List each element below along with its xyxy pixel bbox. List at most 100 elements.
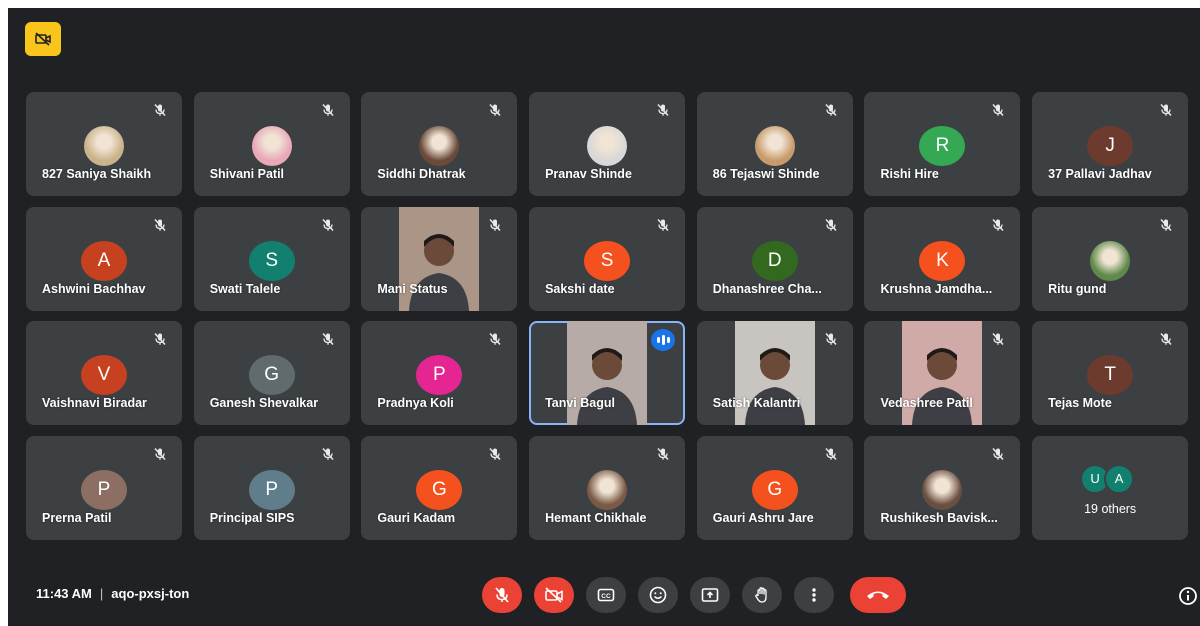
present-button[interactable]	[690, 577, 730, 613]
mic-off-icon	[823, 102, 839, 118]
mic-off-icon	[320, 102, 336, 118]
participant-name: 86 Tejaswi Shinde	[712, 167, 820, 181]
participant-name: Pradnya Koli	[377, 396, 454, 410]
emoji-icon	[649, 586, 667, 604]
participant-tile[interactable]: A Ashwini Bachhav	[26, 206, 182, 311]
participant-tile[interactable]: V Vaishnavi Biradar	[26, 321, 182, 425]
mic-off-icon	[823, 446, 839, 462]
raise-hand-button[interactable]	[742, 577, 782, 613]
participant-tile[interactable]: Ritu gund	[1032, 206, 1189, 311]
participant-tile[interactable]: Satish Kalantri	[696, 321, 853, 425]
participant-tile[interactable]: P Prerna Patil	[26, 435, 182, 540]
participant-name: Gauri Kadam	[377, 510, 456, 525]
mic-off-icon	[152, 446, 168, 462]
participant-name: Prerna Patil	[42, 510, 112, 525]
svg-text:CC: CC	[601, 593, 611, 600]
participant-avatar: G	[751, 469, 798, 510]
participant-tile[interactable]: J 37 Pallavi Jadhav	[1032, 92, 1189, 196]
participant-avatar: R	[919, 126, 966, 166]
participant-name: Swati Talele	[209, 281, 281, 296]
mic-off-icon	[990, 446, 1006, 462]
participant-name: Ashwini Bachhav	[42, 281, 146, 296]
participant-tile[interactable]: G Gauri Kadam	[361, 435, 518, 540]
mic-off-icon	[487, 446, 503, 462]
participant-tile[interactable]: Siddhi Dhatrak	[361, 92, 518, 196]
participant-name: Ganesh Shevalkar	[209, 396, 319, 410]
participant-tile[interactable]: Hemant Chikhale	[529, 435, 686, 540]
separator: |	[99, 586, 104, 601]
participant-photo	[84, 126, 124, 166]
mic-off-icon	[487, 217, 503, 233]
participant-tile[interactable]: K Krushna Jamdha...	[864, 206, 1021, 311]
participant-name: Dhanashree Cha...	[712, 281, 822, 296]
participant-name: Siddhi Dhatrak	[377, 167, 466, 181]
participant-tile[interactable]: P Pradnya Koli	[361, 321, 518, 425]
participant-avatar: G	[416, 469, 463, 510]
emoji-button[interactable]	[638, 577, 678, 613]
participant-name: 37 Pallavi Jadhav	[1048, 167, 1152, 181]
info-icon[interactable]	[1178, 586, 1198, 606]
participant-photo	[587, 126, 628, 166]
camera-off-icon	[35, 32, 51, 46]
participant-avatar: P	[416, 355, 463, 395]
participant-photo	[922, 469, 963, 510]
mic-off-icon	[990, 217, 1006, 233]
participant-tile[interactable]: Vedashree Patil	[864, 321, 1021, 425]
participant-tile[interactable]: 86 Tejaswi Shinde	[696, 92, 853, 196]
participant-tile[interactable]: G Ganesh Shevalkar	[193, 321, 350, 425]
mic-off-icon	[152, 102, 168, 118]
hangup-button[interactable]	[850, 577, 906, 613]
participant-tile[interactable]: Tanvi Bagul	[529, 321, 686, 425]
participant-name: Sakshi date	[545, 281, 615, 296]
participant-name: Krushna Jamdha...	[880, 281, 993, 296]
participant-tile[interactable]: S Swati Talele	[193, 206, 350, 311]
participant-tile[interactable]: G Gauri Ashru Jare	[696, 435, 853, 540]
participant-tile[interactable]: T Tejas Mote	[1032, 321, 1189, 425]
participant-photo	[754, 126, 795, 166]
participant-tile[interactable]: 827 Saniya Shaikh	[26, 92, 182, 196]
mic-off-icon	[487, 102, 503, 118]
participant-name: Vaishnavi Biradar	[42, 396, 147, 410]
present-icon	[701, 587, 719, 603]
participant-avatar: D	[751, 240, 798, 281]
participant-name: Hemant Chikhale	[545, 510, 647, 525]
participant-tile[interactable]: P Principal SIPS	[193, 435, 350, 540]
mic-off-icon	[1158, 331, 1174, 347]
mic-off-icon	[487, 331, 503, 347]
others-label: 19 others	[1084, 501, 1137, 516]
more-options-button[interactable]	[794, 577, 834, 613]
camera-off-badge[interactable]	[25, 22, 61, 56]
participant-avatar: S	[248, 240, 295, 281]
mic-off-icon	[1158, 217, 1174, 233]
captions-button[interactable]: CC	[586, 577, 626, 613]
participant-name: Rishi Hire	[880, 167, 939, 181]
participant-name: Gauri Ashru Jare	[712, 510, 814, 525]
participant-avatar: V	[81, 355, 127, 395]
mic-off-icon	[320, 217, 336, 233]
camera-off-button[interactable]	[534, 577, 574, 613]
participant-name: Shivani Patil	[209, 167, 285, 181]
captions-icon: CC	[597, 587, 615, 603]
participant-tile[interactable]: D Dhanashree Cha...	[696, 206, 853, 311]
participant-tile[interactable]: R Rishi Hire	[864, 92, 1021, 196]
mic-off-button[interactable]	[482, 577, 522, 613]
mic-off-icon	[493, 586, 511, 604]
meeting-code: aqo-pxsj-ton	[111, 586, 190, 601]
raise-hand-icon	[753, 586, 771, 604]
participant-tile[interactable]: S Sakshi date	[529, 206, 686, 311]
participant-tile[interactable]: Mani Status	[361, 206, 518, 311]
participant-name: Mani Status	[377, 281, 448, 296]
participant-grid: 827 Saniya Shaikh Shivani Patil Siddhi Dha…	[26, 92, 1189, 540]
participant-avatar: P	[81, 469, 127, 510]
mic-off-icon	[655, 102, 671, 118]
participant-photo	[587, 469, 628, 510]
mic-off-icon	[152, 217, 168, 233]
participant-tile[interactable]: Shivani Patil	[193, 92, 350, 196]
participant-name: Ritu gund	[1048, 281, 1107, 296]
mic-off-icon	[655, 446, 671, 462]
participant-name: Tejas Mote	[1048, 396, 1112, 410]
others-tile[interactable]: U A 19 others	[1032, 435, 1189, 540]
participant-tile[interactable]: Rushikesh Bavisk...	[864, 435, 1021, 540]
participant-tile[interactable]: Pranav Shinde	[529, 92, 686, 196]
participant-photo	[251, 126, 292, 166]
